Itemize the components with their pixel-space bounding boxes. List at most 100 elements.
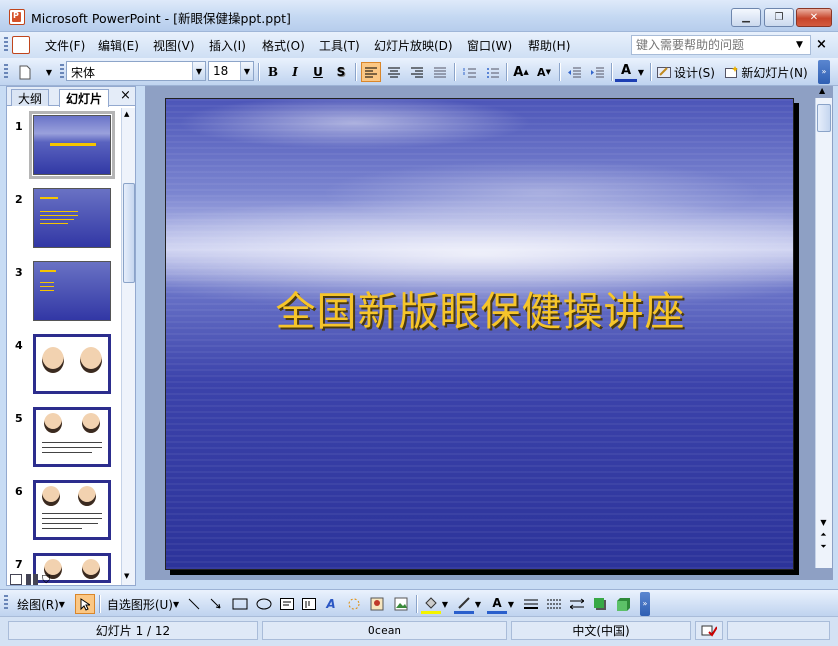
slide-title[interactable]: 全国新版眼保健操讲座: [166, 279, 793, 337]
textbox-tool-icon[interactable]: [278, 594, 296, 614]
slide-number: 7: [15, 558, 23, 571]
scroll-up-icon[interactable]: ▲: [819, 86, 825, 95]
chevron-down-icon[interactable]: ▼: [507, 594, 515, 614]
line-color-icon[interactable]: [454, 594, 474, 614]
chevron-down-icon[interactable]: ▼: [240, 62, 253, 80]
clipart-icon[interactable]: [368, 594, 386, 614]
wordart-icon[interactable]: A: [322, 594, 340, 614]
tab-outline[interactable]: 大纲: [11, 89, 50, 106]
design-icon: [657, 67, 671, 78]
menu-slideshow[interactable]: 幻灯片放映(D): [374, 37, 453, 54]
separator: [611, 63, 612, 81]
minimize-button[interactable]: ▁: [731, 8, 761, 27]
new-document-icon[interactable]: [16, 62, 34, 82]
menu-window[interactable]: 窗口(W): [467, 37, 512, 54]
slides-scrollbar[interactable]: ▲ ▼: [121, 108, 135, 585]
fill-color-icon[interactable]: [421, 594, 441, 614]
shadow-button[interactable]: S: [332, 62, 350, 82]
slide-thumbnail-3[interactable]: [33, 261, 111, 321]
close-button[interactable]: ✕: [796, 8, 832, 27]
spelling-check-icon[interactable]: [695, 621, 723, 640]
rectangle-tool-icon[interactable]: [230, 594, 250, 614]
menu-view[interactable]: 视图(V): [153, 37, 195, 54]
slide-thumbnail-2[interactable]: [33, 188, 111, 248]
toolbar-overflow-icon[interactable]: »: [640, 592, 650, 616]
chevron-down-icon[interactable]: ▼: [796, 40, 803, 50]
picture-icon[interactable]: [392, 594, 410, 614]
scrollbar-thumb[interactable]: [817, 104, 831, 132]
toolbar-overflow-icon[interactable]: »: [818, 60, 830, 84]
slide-thumbnail-4[interactable]: [33, 334, 111, 394]
arrow-tool-icon[interactable]: [207, 594, 225, 614]
menu-insert[interactable]: 插入(I): [209, 37, 246, 54]
font-size-select[interactable]: 18 ▼: [208, 61, 254, 81]
distribute-button[interactable]: [430, 62, 450, 82]
chevron-down-icon[interactable]: ▼: [637, 62, 645, 82]
decrease-font-icon[interactable]: A ▼: [534, 62, 554, 82]
toolbar-options-icon[interactable]: ▼: [43, 62, 55, 82]
close-document-icon[interactable]: ×: [816, 37, 827, 52]
bold-button[interactable]: B: [264, 62, 282, 82]
arrow-style-icon[interactable]: [567, 594, 587, 614]
line-style-icon[interactable]: [521, 594, 541, 614]
line-tool-icon[interactable]: [185, 594, 203, 614]
text-color-icon[interactable]: A: [487, 594, 507, 614]
diagram-icon[interactable]: [345, 594, 363, 614]
increase-indent-icon[interactable]: [587, 62, 607, 82]
slide-sorter-icon[interactable]: [26, 574, 38, 585]
slide-canvas[interactable]: 全国新版眼保健操讲座: [165, 98, 794, 570]
previous-slide-icon[interactable]: ⏶: [815, 529, 832, 541]
restore-button[interactable]: ❐: [764, 8, 794, 27]
align-center-button[interactable]: [384, 62, 404, 82]
scroll-down-icon[interactable]: ▼: [124, 572, 129, 580]
font-grip-icon[interactable]: [60, 64, 64, 80]
vertical-textbox-icon[interactable]: [300, 594, 318, 614]
chevron-down-icon[interactable]: ▼: [474, 594, 482, 614]
tab-slides[interactable]: 幻灯片: [59, 89, 110, 107]
ellipse-tool-icon[interactable]: [254, 594, 274, 614]
slide-thumbnail-1[interactable]: [29, 111, 115, 179]
italic-button[interactable]: I: [286, 62, 304, 82]
help-search-input[interactable]: [631, 35, 811, 55]
increase-font-icon[interactable]: A ▲: [511, 62, 531, 82]
powerpoint-icon[interactable]: P: [9, 9, 25, 25]
draw-menu-button[interactable]: 绘图(R) ▼: [11, 594, 71, 614]
shadow-style-icon[interactable]: [590, 594, 610, 614]
select-pointer-icon[interactable]: [75, 594, 95, 614]
menu-help[interactable]: 帮助(H): [528, 37, 570, 54]
close-icon[interactable]: ×: [120, 88, 131, 103]
menu-grip-icon[interactable]: [4, 37, 8, 53]
scroll-up-icon[interactable]: ▲: [124, 110, 129, 118]
new-slide-button[interactable]: 新幻灯片(N): [722, 62, 810, 82]
scroll-down-icon[interactable]: ▼: [815, 517, 832, 529]
chevron-down-icon[interactable]: ▼: [192, 62, 205, 80]
slideshow-icon[interactable]: ⛉: [42, 573, 50, 587]
autoshapes-button[interactable]: 自选图形(U) ▼: [104, 594, 182, 614]
slide-thumbnail-5[interactable]: [33, 407, 111, 467]
main-vertical-scrollbar[interactable]: ▲: [815, 86, 832, 568]
menu-file[interactable]: 文件(F): [45, 37, 85, 54]
menu-tools[interactable]: 工具(T): [319, 37, 360, 54]
font-name-select[interactable]: 宋体 ▼: [66, 61, 206, 81]
menu-format[interactable]: 格式(O): [262, 37, 305, 54]
align-left-button[interactable]: [361, 62, 381, 82]
font-color-icon[interactable]: A: [615, 62, 637, 82]
decrease-indent-icon[interactable]: [564, 62, 584, 82]
separator: [559, 63, 560, 81]
normal-view-icon[interactable]: [10, 574, 22, 585]
next-slide-icon[interactable]: ⏷: [815, 541, 832, 553]
align-right-button[interactable]: [407, 62, 427, 82]
toolbar-grip-icon[interactable]: [4, 64, 8, 80]
document-icon[interactable]: [12, 36, 30, 54]
scrollbar-thumb[interactable]: [123, 183, 135, 283]
numbering-button[interactable]: [459, 62, 479, 82]
slide-thumbnail-6[interactable]: [33, 480, 111, 540]
bullets-button[interactable]: [482, 62, 502, 82]
toolbar-grip-icon[interactable]: [4, 595, 8, 611]
chevron-down-icon[interactable]: ▼: [441, 594, 449, 614]
dash-style-icon[interactable]: [544, 594, 564, 614]
menu-edit[interactable]: 编辑(E): [98, 37, 139, 54]
underline-button[interactable]: U: [309, 62, 327, 82]
design-button[interactable]: 设计(S): [655, 62, 717, 82]
3d-style-icon[interactable]: [613, 594, 633, 614]
